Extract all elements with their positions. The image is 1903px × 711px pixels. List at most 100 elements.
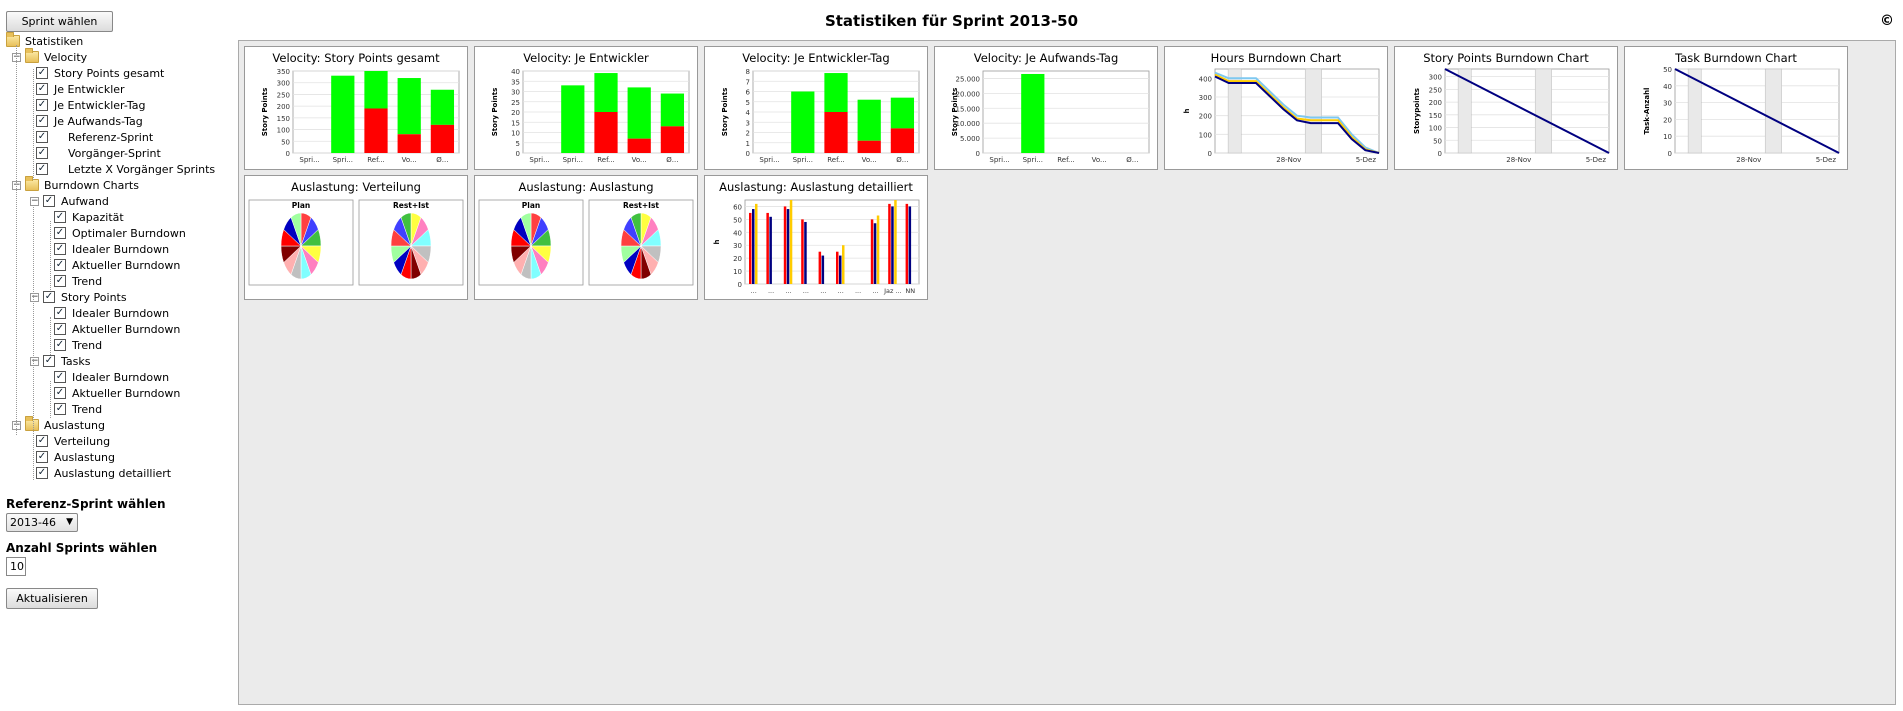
checkbox[interactable]: ✓: [54, 387, 66, 399]
refresh-button[interactable]: Aktualisieren: [6, 588, 98, 609]
chart-panel[interactable]: Auslastung: Auslastung detailliert 0 10 20 3…: [704, 175, 928, 300]
checkbox[interactable]: ✓: [54, 227, 66, 239]
x-tick-label: ...: [751, 287, 757, 295]
tree-label: Vorgänger-Sprint: [68, 146, 161, 160]
y-tick-label: 0: [516, 150, 520, 158]
tree-tasks-item[interactable]: ✓ Idealer Burndown: [54, 369, 169, 385]
checkbox[interactable]: ✓: [36, 83, 48, 95]
x-tick-label: ...: [820, 287, 826, 295]
y-tick-label: 0: [1668, 150, 1672, 158]
bar: [801, 219, 804, 284]
chart-panel[interactable]: Velocity: Je Aufwands-Tag 0 5.000 10.000 15.…: [934, 46, 1158, 170]
checkbox[interactable]: ✓: [36, 99, 48, 111]
y-tick-label: 40: [511, 68, 520, 76]
tree-label: Tasks: [61, 354, 91, 368]
chart-panel[interactable]: Velocity: Story Points gesamt 0 50 100 150 20…: [244, 46, 468, 170]
collapse-icon[interactable]: −: [30, 292, 39, 302]
checkbox[interactable]: ✓: [36, 435, 48, 447]
bar: [824, 112, 848, 153]
checkbox[interactable]: ✓: [54, 243, 66, 255]
checkbox[interactable]: ✓: [36, 131, 48, 143]
tree-guide: [50, 221, 51, 290]
num-sprints-input[interactable]: 10: [6, 557, 26, 576]
collapse-icon[interactable]: −: [30, 196, 39, 206]
checkbox[interactable]: ✓: [54, 323, 66, 335]
checkbox[interactable]: ✓: [54, 339, 66, 351]
chart-panel[interactable]: Velocity: Je Entwickler-Tag 0 1 2 3 4 5 6 7 8 Stor…: [704, 46, 928, 170]
chart-panel[interactable]: Hours Burndown Chart 0 100 200 300 400 h 28-Nov…: [1164, 46, 1388, 170]
checkbox[interactable]: ✓: [54, 211, 66, 223]
tree-velocity-item[interactable]: ✓ Story Points gesamt: [36, 65, 164, 81]
tree-velocity-subitem[interactable]: ✓ Referenz-Sprint: [36, 129, 153, 145]
tree-story-points-item[interactable]: ✓ Aktueller Burndown: [54, 321, 180, 337]
tree-story-points-item[interactable]: ✓ Trend: [54, 337, 102, 353]
tree-aufwand-item[interactable]: ✓ Kapazität: [54, 209, 124, 225]
tree-root[interactable]: Statistiken: [6, 32, 83, 49]
y-tick-label: 10: [1663, 133, 1672, 141]
bar: [791, 91, 815, 153]
tree-story-points[interactable]: − ✓ Story Points: [30, 289, 127, 305]
tree-tasks-item[interactable]: ✓ Trend: [54, 401, 102, 417]
x-tick-label: 28-Nov: [1506, 156, 1531, 164]
tree-story-points-item[interactable]: ✓ Idealer Burndown: [54, 305, 169, 321]
tree-aufwand-item[interactable]: ✓ Optimaler Burndown: [54, 225, 186, 241]
checkbox[interactable]: ✓: [36, 67, 48, 79]
checkbox[interactable]: ✓: [36, 115, 48, 127]
chart-panel[interactable]: Task Burndown Chart 0 10 20 30 40 50 Task-Anzah…: [1624, 46, 1848, 170]
y-tick-label: 30: [511, 89, 520, 97]
chart-panel[interactable]: Auslastung: Auslastung Plan Rest+Ist: [474, 175, 698, 300]
tree-velocity-item[interactable]: ✓ Je Aufwands-Tag: [36, 113, 143, 129]
tree-auslastung-item[interactable]: ✓ Verteilung: [36, 433, 110, 449]
chart-panel[interactable]: Story Points Burndown Chart 0 50 100 150 200 2…: [1394, 46, 1618, 170]
checkbox[interactable]: ✓: [36, 147, 48, 159]
chart-panel[interactable]: Velocity: Je Entwickler 0 5 10 15 20 25 30 35 40 S…: [474, 46, 698, 170]
tree-aufwand-item[interactable]: ✓ Aktueller Burndown: [54, 257, 180, 273]
ref-sprint-heading: Referenz-Sprint wählen: [6, 497, 166, 511]
folder-icon: [25, 416, 39, 431]
tree-velocity-item[interactable]: ✓ Je Entwickler-Tag: [36, 97, 145, 113]
ref-sprint-select[interactable]: 2013-46 ▼: [6, 513, 78, 532]
checkbox[interactable]: ✓: [43, 195, 55, 207]
folder-icon: [6, 32, 20, 47]
y-axis-label: Story Points: [721, 88, 729, 136]
bar: [430, 124, 455, 153]
y-tick-label: 50: [281, 138, 290, 146]
checkbox[interactable]: ✓: [36, 467, 48, 479]
tree-aufwand-item[interactable]: ✓ Idealer Burndown: [54, 241, 169, 257]
tree-burndown[interactable]: − Burndown Charts: [12, 176, 139, 193]
y-tick-label: 5: [516, 140, 520, 148]
y-tick-label: 300: [1429, 74, 1442, 82]
bar: [857, 140, 881, 153]
tree-aufwand[interactable]: − ✓ Aufwand: [30, 193, 109, 209]
checkbox[interactable]: ✓: [36, 163, 48, 175]
tree-auslastung[interactable]: − Auslastung: [12, 416, 105, 433]
checkbox[interactable]: ✓: [54, 371, 66, 383]
tree-tasks[interactable]: − ✓ Tasks: [30, 353, 90, 369]
collapse-icon[interactable]: −: [30, 356, 39, 366]
checkbox[interactable]: ✓: [43, 355, 55, 367]
tree-aufwand-item[interactable]: ✓ Trend: [54, 273, 102, 289]
copyright-icon[interactable]: ©: [1880, 13, 1894, 29]
tree-auslastung-item[interactable]: ✓ Auslastung: [36, 449, 115, 465]
checkbox[interactable]: ✓: [43, 291, 55, 303]
bar: [890, 97, 915, 129]
checkbox[interactable]: ✓: [54, 275, 66, 287]
x-tick-label: ...: [872, 287, 878, 295]
tree-guide: [16, 45, 17, 435]
tree-auslastung-item[interactable]: ✓ Auslastung detailliert: [36, 465, 171, 481]
ref-sprint-value: 2013-46: [10, 516, 56, 529]
checkbox[interactable]: ✓: [36, 451, 48, 463]
y-tick-label: 0: [286, 150, 290, 158]
tree-velocity[interactable]: − Velocity: [12, 48, 87, 65]
checkbox[interactable]: ✓: [54, 403, 66, 415]
tree-guide: [33, 69, 34, 180]
tree-tasks-item[interactable]: ✓ Aktueller Burndown: [54, 385, 180, 401]
tree-velocity-subitem[interactable]: ✓ Vorgänger-Sprint: [36, 145, 161, 161]
checkbox[interactable]: ✓: [54, 307, 66, 319]
chart-panel[interactable]: Auslastung: Verteilung Plan Rest+Ist: [244, 175, 468, 300]
y-tick-label: 25: [511, 99, 520, 107]
tree-velocity-item[interactable]: ✓ Je Entwickler: [36, 81, 125, 97]
tree-label: Story Points: [61, 290, 127, 304]
checkbox[interactable]: ✓: [54, 259, 66, 271]
tree-velocity-subitem[interactable]: ✓ Letzte X Vorgänger Sprints: [36, 161, 215, 177]
